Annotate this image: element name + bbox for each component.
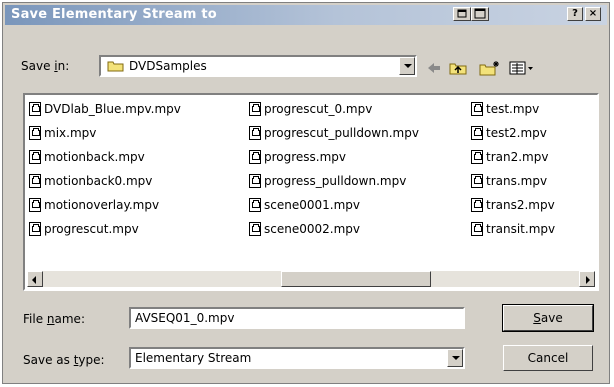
file-item[interactable]: scene0002.mpv [249,217,419,241]
file-icon [29,126,41,140]
save-as-type-label: Save as type: [23,353,105,367]
file-name: progrescut.mpv [44,222,139,236]
file-item[interactable]: test.mpv [471,97,555,121]
file-item[interactable]: progress.mpv [249,145,419,169]
save-as-type-dropdown-arrow[interactable] [447,349,463,367]
file-icon [471,126,483,140]
file-item[interactable]: tran2.mpv [471,145,555,169]
save-in-dropdown-arrow[interactable] [399,57,415,75]
file-icon [249,150,261,164]
file-icon [29,150,41,164]
scroll-left-button[interactable] [27,271,43,287]
scroll-right-button[interactable] [579,271,595,287]
file-item[interactable]: trans.mpv [471,169,555,193]
file-column-3: test.mpv test2.mpv tran2.mpv trans.mpv t… [471,97,555,241]
dialog-title: Save Elementary Stream to [11,7,217,22]
file-icon [471,174,483,188]
new-folder-icon[interactable] [479,60,501,76]
file-list[interactable]: DVDlab_Blue.mpv.mpv mix.mpv motionback.m… [23,93,599,291]
file-column-1: DVDlab_Blue.mpv.mpv mix.mpv motionback.m… [29,97,181,241]
file-item[interactable]: scene0001.mpv [249,193,419,217]
save-as-type-value: Elementary Stream [135,351,252,365]
file-icon [249,198,261,212]
file-name: progress.mpv [264,150,347,164]
file-icon [29,102,41,116]
file-item[interactable]: transit.mpv [471,217,555,241]
file-icon [29,222,41,236]
title-bar[interactable]: Save Elementary Stream to ? × [5,5,607,25]
file-icon [249,126,261,140]
file-name: progrescut_0.mpv [264,102,373,116]
cancel-button[interactable]: Cancel [503,345,593,371]
restore-icon[interactable] [453,7,471,21]
file-icon [29,174,41,188]
save-in-value: DVDSamples [129,59,207,73]
save-dialog: Save Elementary Stream to ? × Save in: D… [2,2,610,384]
file-icon [249,174,261,188]
save-button[interactable]: Save [502,304,594,332]
up-folder-icon[interactable] [449,60,469,76]
save-in-combo[interactable]: DVDSamples [99,55,417,77]
file-icon [249,222,261,236]
file-column-2: progrescut_0.mpv progrescut_pulldown.mpv… [249,97,419,241]
back-arrow-icon[interactable] [425,60,443,76]
file-name: tran2.mpv [486,150,549,164]
view-menu-icon[interactable] [509,60,535,76]
file-name: transit.mpv [486,222,556,236]
file-name: test2.mpv [486,126,547,140]
file-item[interactable]: motionoverlay.mpv [29,193,181,217]
close-button[interactable]: × [585,7,601,21]
file-name: scene0002.mpv [264,222,360,236]
file-icon [471,222,483,236]
file-icon [471,150,483,164]
file-item[interactable]: progress_pulldown.mpv [249,169,419,193]
file-name: motionoverlay.mpv [44,198,160,212]
scroll-thumb[interactable] [281,271,431,287]
file-name: trans2.mpv [486,198,555,212]
file-name: scene0001.mpv [264,198,360,212]
save-in-label: Save in: [21,59,70,73]
file-item[interactable]: progrescut_0.mpv [249,97,419,121]
file-item[interactable]: motionback0.mpv [29,169,181,193]
file-item[interactable]: motionback.mpv [29,145,181,169]
folder-icon [107,59,125,76]
file-icon [29,198,41,212]
file-name: progress_pulldown.mpv [264,174,407,188]
file-name: DVDlab_Blue.mpv.mpv [44,102,181,116]
file-icon [471,102,483,116]
file-icon [249,102,261,116]
horizontal-scrollbar[interactable] [27,271,595,287]
file-name: motionback.mpv [44,150,145,164]
file-name: trans.mpv [486,174,548,188]
file-item[interactable]: test2.mpv [471,121,555,145]
file-item[interactable]: DVDlab_Blue.mpv.mpv [29,97,181,121]
file-name: test.mpv [486,102,540,116]
file-icon [471,198,483,212]
file-item[interactable]: trans2.mpv [471,193,555,217]
maximize-icon[interactable] [471,7,489,21]
save-as-type-combo[interactable]: Elementary Stream [129,347,465,369]
file-name-label: File name: [23,312,85,326]
file-item[interactable]: progrescut.mpv [29,217,181,241]
file-item[interactable]: progrescut_pulldown.mpv [249,121,419,145]
file-name: motionback0.mpv [44,174,153,188]
file-name: progrescut_pulldown.mpv [264,126,419,140]
help-button[interactable]: ? [567,7,583,21]
file-item[interactable]: mix.mpv [29,121,181,145]
file-name-input[interactable]: AVSEQ01_0.mpv [129,307,465,329]
file-name: mix.mpv [44,126,97,140]
